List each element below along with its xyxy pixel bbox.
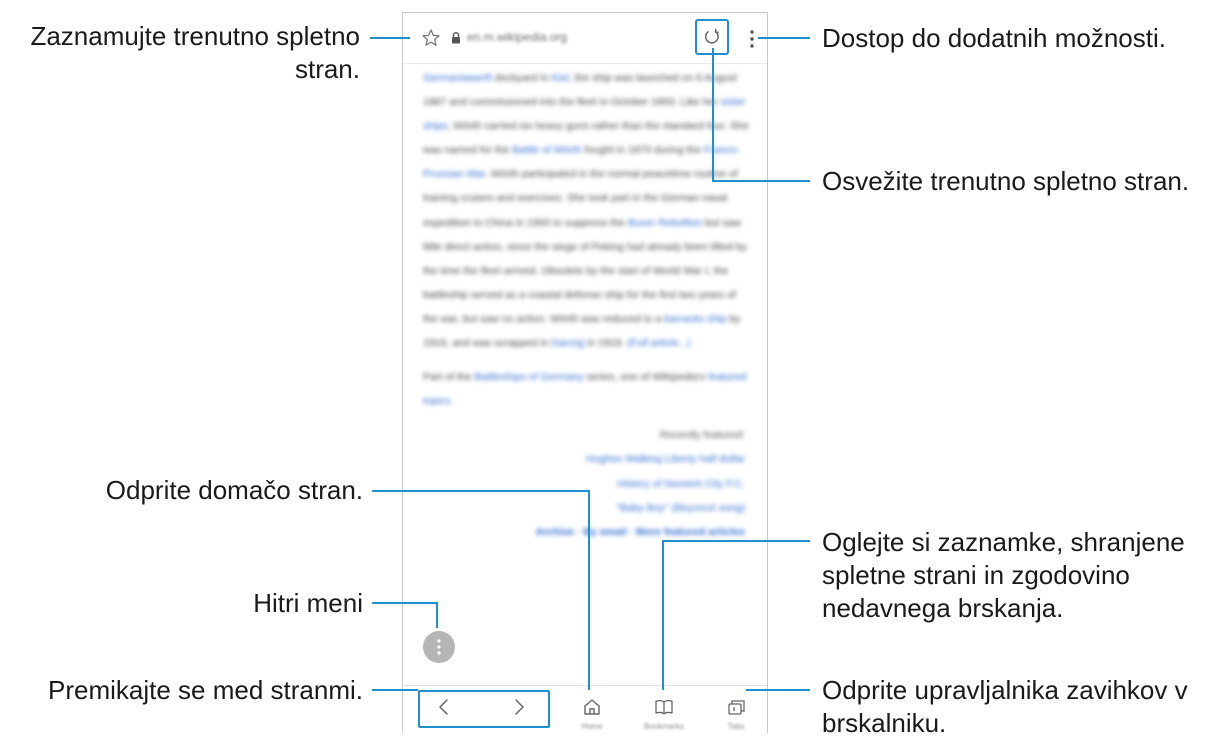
bookmarks-label: Bookmarks xyxy=(643,722,685,731)
article-text: but saw little direct action, since the … xyxy=(423,216,747,325)
callout-tabs-text: Odprite upravljalnika zavihkov v brskalni… xyxy=(822,675,1188,738)
article-content: Germaniawerft dockyard in Kiel, the ship… xyxy=(423,66,753,544)
recently-featured-heading: Recently featured: xyxy=(659,429,745,442)
article-text: Part of the xyxy=(423,371,475,384)
bottom-toolbar: Home Bookmarks Tabs xyxy=(403,685,767,733)
article-text: . xyxy=(450,395,454,408)
lock-icon xyxy=(450,31,462,45)
callout-bookmark-text: Zaznamujte trenutno spletno stran. xyxy=(30,21,360,84)
featured-link[interactable]: History of Norwich City F.C. xyxy=(423,472,745,496)
callout-bookmarks: Oglejte si zaznamke, shranjene spletne st… xyxy=(822,526,1185,625)
address-bar: en.m.wikipedia.org xyxy=(403,13,767,64)
article-link[interactable]: Battle of Wörth xyxy=(512,144,581,156)
quick-menu-button[interactable] xyxy=(423,631,455,663)
article-text: dockyard in xyxy=(491,72,552,84)
article-paragraph: Part of the Battleships of Germany serie… xyxy=(423,365,753,413)
article-link[interactable]: Boxer Rebellion xyxy=(628,217,702,229)
chevron-left-icon[interactable] xyxy=(433,696,455,718)
vertical-dots-icon[interactable] xyxy=(747,28,757,50)
callout-quick-menu: Hitri meni xyxy=(253,588,363,618)
star-outline-icon[interactable] xyxy=(421,28,441,48)
featured-link[interactable]: Hughes Walking Liberty half dollar xyxy=(423,447,745,471)
callout-tabs: Odprite upravljalnika zavihkov v brskalni… xyxy=(822,674,1188,740)
refresh-button[interactable] xyxy=(695,19,729,55)
article-link[interactable]: barracks ship xyxy=(664,313,726,325)
chevron-right-icon[interactable] xyxy=(508,696,530,718)
callout-refresh: Osvežite trenutno spletno stran. xyxy=(822,166,1190,196)
callout-navigate: Premikajte se med stranmi. xyxy=(48,675,363,705)
refresh-icon xyxy=(704,28,719,44)
callout-bookmarks-text: Oglejte si zaznamke, shranjene spletne st… xyxy=(822,527,1185,623)
article-link[interactable]: Battleships of Germany xyxy=(474,371,583,383)
tabs-label: Tabs xyxy=(727,722,745,731)
callout-bookmark: Zaznamujte trenutno spletno stran. xyxy=(8,20,360,86)
article-link[interactable]: Germaniawerft xyxy=(423,72,492,84)
recently-featured: Recently featured: Hughes Walking Libert… xyxy=(423,423,753,543)
home-icon[interactable] xyxy=(581,696,603,718)
open-book-icon[interactable] xyxy=(653,696,675,718)
article-link[interactable]: Kiel xyxy=(551,72,569,84)
article-paragraph: Germaniawerft dockyard in Kiel, the ship… xyxy=(423,66,753,355)
callout-home: Odprite domačo stran. xyxy=(105,475,363,505)
article-text: fought in 1870 during the xyxy=(581,144,704,157)
featured-link[interactable]: "Baby Boy" (Beyoncé song) xyxy=(423,496,745,520)
callout-more-options: Dostop do dodatnih možnosti. xyxy=(822,23,1166,53)
archive-links[interactable]: Archive · By email · More featured artic… xyxy=(423,520,746,544)
article-text: series, one of Wikipedia's xyxy=(583,371,709,384)
home-label: Home xyxy=(581,722,603,731)
browser-screen: en.m.wikipedia.org Germaniawerft dockyar… xyxy=(402,12,768,733)
article-link[interactable]: (Full article...) xyxy=(627,337,691,349)
url-text[interactable]: en.m.wikipedia.org xyxy=(467,30,567,44)
tabs-icon[interactable] xyxy=(725,696,747,718)
article-link[interactable]: Danzig xyxy=(551,337,584,349)
vertical-dots-icon xyxy=(437,639,441,655)
article-text: in 1919. xyxy=(584,337,628,350)
